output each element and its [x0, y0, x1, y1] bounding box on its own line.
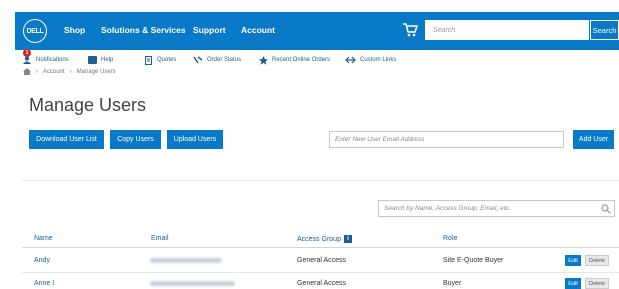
- nav-account[interactable]: Account: [241, 25, 275, 35]
- delete-button[interactable]: Delete: [585, 255, 609, 266]
- quotes-link[interactable]: Quotes: [145, 55, 176, 65]
- edit-button[interactable]: Edit: [565, 255, 581, 266]
- document-icon: [145, 55, 152, 65]
- breadcrumb-manage-users: Manage Users: [76, 68, 116, 75]
- chevron-right-icon: ›: [69, 68, 72, 75]
- upload-users-button[interactable]: Upload Users: [167, 130, 223, 149]
- access-group-cell: General Access: [297, 280, 347, 287]
- column-header-name[interactable]: Name: [34, 235, 53, 242]
- link-icon: [345, 56, 356, 64]
- custom-links-link[interactable]: Custom Links: [345, 55, 396, 65]
- column-header-role[interactable]: Role: [443, 235, 457, 242]
- site-search-input[interactable]: [425, 20, 589, 40]
- edit-button[interactable]: Edit: [565, 278, 581, 289]
- recent-online-orders-link[interactable]: Recent Online Orders: [259, 55, 330, 65]
- table-row: Anne I General Access Buyer Edit Delete: [22, 273, 619, 289]
- info-icon[interactable]: i: [343, 235, 352, 243]
- custom-links-label: Custom Links: [360, 57, 397, 63]
- user-name-link[interactable]: Anne I: [34, 280, 54, 287]
- top-navigation-bar: DELL Shop Solutions & Services Support A…: [15, 12, 619, 50]
- user-filter-input[interactable]: [378, 200, 615, 217]
- nav-solutions-services[interactable]: Solutions & Services: [101, 25, 186, 35]
- dell-logo[interactable]: DELL: [23, 19, 47, 43]
- truck-icon: [193, 56, 203, 64]
- notifications-label: Notifications: [36, 57, 69, 63]
- cart-icon[interactable]: [403, 23, 418, 37]
- chevron-right-icon: ›: [36, 68, 38, 75]
- search-icon[interactable]: [601, 204, 611, 214]
- breadcrumb: › Account › Manage Users: [23, 68, 116, 75]
- order-status-link[interactable]: Order Status: [193, 55, 241, 65]
- copy-users-button[interactable]: Copy Users: [110, 130, 161, 149]
- redacted-email: [150, 281, 235, 286]
- help-link[interactable]: Help: [88, 55, 113, 65]
- help-icon: [88, 56, 97, 64]
- role-cell: Site E-Quote Buyer: [443, 257, 504, 264]
- section-divider: [22, 180, 619, 181]
- download-user-list-button[interactable]: Download User List: [29, 130, 104, 149]
- table-row: Andy General Access Site E-Quote Buyer E…: [22, 250, 619, 272]
- help-label: Help: [101, 57, 114, 63]
- home-icon[interactable]: [23, 68, 31, 75]
- user-icon: [23, 56, 31, 64]
- delete-button[interactable]: Delete: [585, 278, 609, 289]
- redacted-email: [150, 258, 222, 263]
- column-header-email[interactable]: Email: [151, 235, 169, 242]
- access-group-header-label: Access Group: [297, 235, 341, 243]
- add-user-button[interactable]: Add User: [573, 130, 614, 149]
- nav-support[interactable]: Support: [193, 25, 226, 35]
- quotes-label: Quotes: [157, 57, 177, 63]
- page-title: Manage Users: [29, 95, 147, 115]
- star-icon: [259, 55, 268, 65]
- site-search-button[interactable]: Search: [590, 20, 619, 40]
- user-name-link[interactable]: Andy: [34, 257, 50, 264]
- nav-shop[interactable]: Shop: [64, 25, 85, 35]
- recent-online-orders-label: Recent Online Orders: [272, 57, 331, 63]
- breadcrumb-account[interactable]: Account: [43, 69, 65, 75]
- notifications-link[interactable]: Notifications: [22, 55, 69, 65]
- table-header-divider: [22, 247, 619, 248]
- new-user-email-input[interactable]: [329, 131, 564, 148]
- role-cell: Buyer: [443, 280, 462, 287]
- access-group-cell: General Access: [297, 257, 347, 264]
- order-status-label: Order Status: [207, 57, 242, 63]
- column-header-access-group[interactable]: Access Group i: [297, 235, 352, 243]
